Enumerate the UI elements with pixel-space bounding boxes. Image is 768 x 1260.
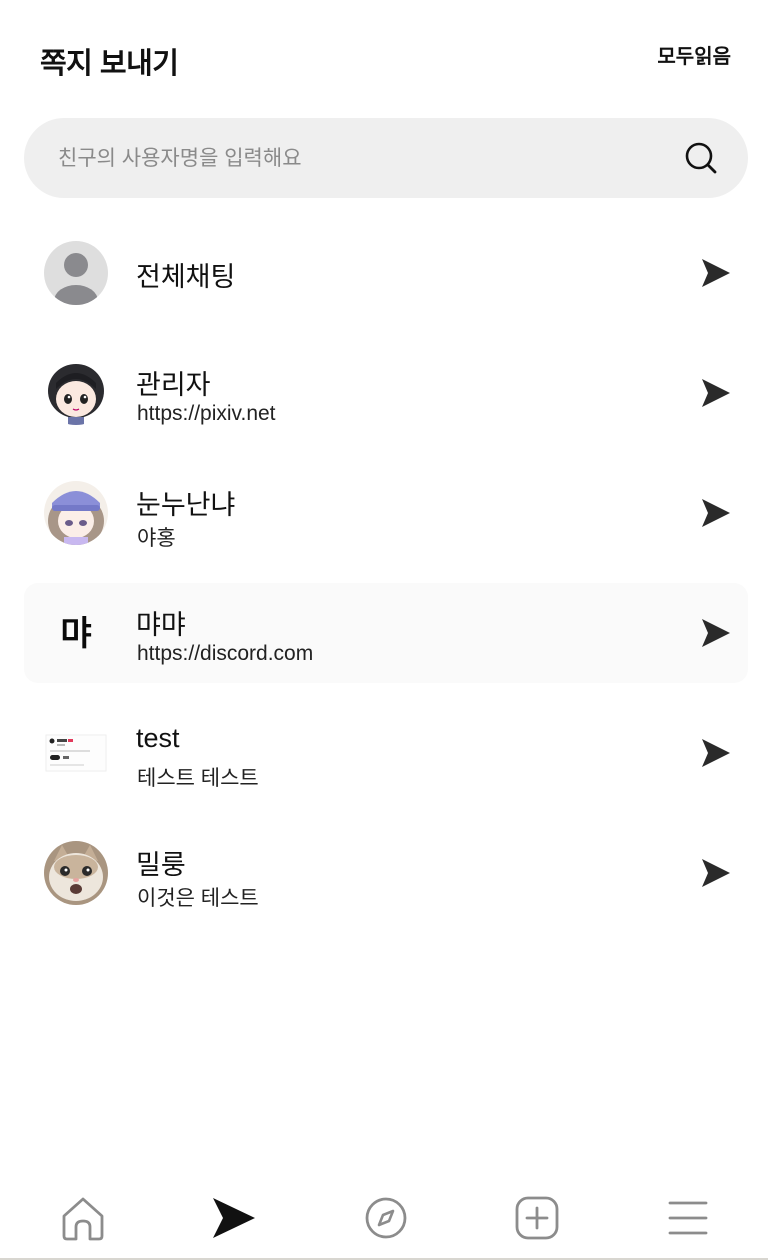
page-title: 쪽지 보내기	[40, 48, 179, 80]
chat-list: 전체채팅 관리자 https://pixiv.net 눈누난냐 야홍 먀 먀먀 …	[0, 223, 768, 943]
text-logo-avatar: 먀	[44, 601, 108, 665]
chat-item-name: 먀먀	[136, 610, 186, 640]
chat-item-name: 전체채팅	[136, 262, 236, 292]
send-icon[interactable]	[700, 617, 732, 649]
send-icon[interactable]	[700, 377, 732, 409]
header: 쪽지 보내기 모두읽음	[0, 0, 768, 110]
chat-item-name: 관리자	[136, 370, 211, 400]
mark-all-read-button[interactable]: 모두읽음	[657, 40, 731, 69]
chat-item-subtitle: 야홍	[137, 527, 176, 550]
plus-square-icon[interactable]	[513, 1194, 561, 1242]
chat-item-millung[interactable]: 밀룽 이것은 테스트	[24, 823, 748, 923]
anime-girl-avatar	[44, 481, 108, 545]
chat-item-all[interactable]: 전체채팅	[24, 223, 748, 323]
default-user-avatar	[44, 241, 108, 305]
chat-item-subtitle: https://discord.com	[137, 642, 314, 665]
send-icon[interactable]	[700, 497, 732, 529]
screenshot-thumbnail-avatar	[44, 721, 108, 785]
chat-item-nunnunanya[interactable]: 눈누난냐 야홍	[24, 463, 748, 563]
avatar-letter: 먀	[60, 614, 91, 654]
home-icon[interactable]	[59, 1194, 107, 1242]
search-input[interactable]	[56, 118, 670, 200]
send-icon[interactable]	[700, 737, 732, 769]
chat-item-subtitle: 테스트 테스트	[137, 767, 259, 790]
chat-item-name: 밀룽	[136, 850, 186, 880]
menu-icon[interactable]	[664, 1194, 712, 1242]
chat-item-name: 눈누난냐	[136, 490, 236, 520]
send-icon[interactable]	[700, 857, 732, 889]
search-bar	[24, 118, 748, 200]
compass-icon[interactable]	[362, 1194, 410, 1242]
chat-item-name: test	[136, 723, 180, 753]
send-icon[interactable]	[210, 1194, 258, 1242]
chat-item-admin[interactable]: 관리자 https://pixiv.net	[24, 343, 748, 443]
cat-photo-avatar	[44, 841, 108, 905]
send-icon[interactable]	[700, 257, 732, 289]
chat-item-test[interactable]: test 테스트 테스트	[24, 703, 748, 803]
chat-item-subtitle: https://pixiv.net	[137, 402, 276, 425]
chat-item-myamya[interactable]: 먀 먀먀 https://discord.com	[24, 583, 748, 683]
search-icon[interactable]	[684, 141, 718, 175]
bottom-navigation	[0, 1176, 768, 1260]
chat-item-subtitle: 이것은 테스트	[137, 887, 259, 910]
anime-boy-avatar	[44, 361, 108, 425]
